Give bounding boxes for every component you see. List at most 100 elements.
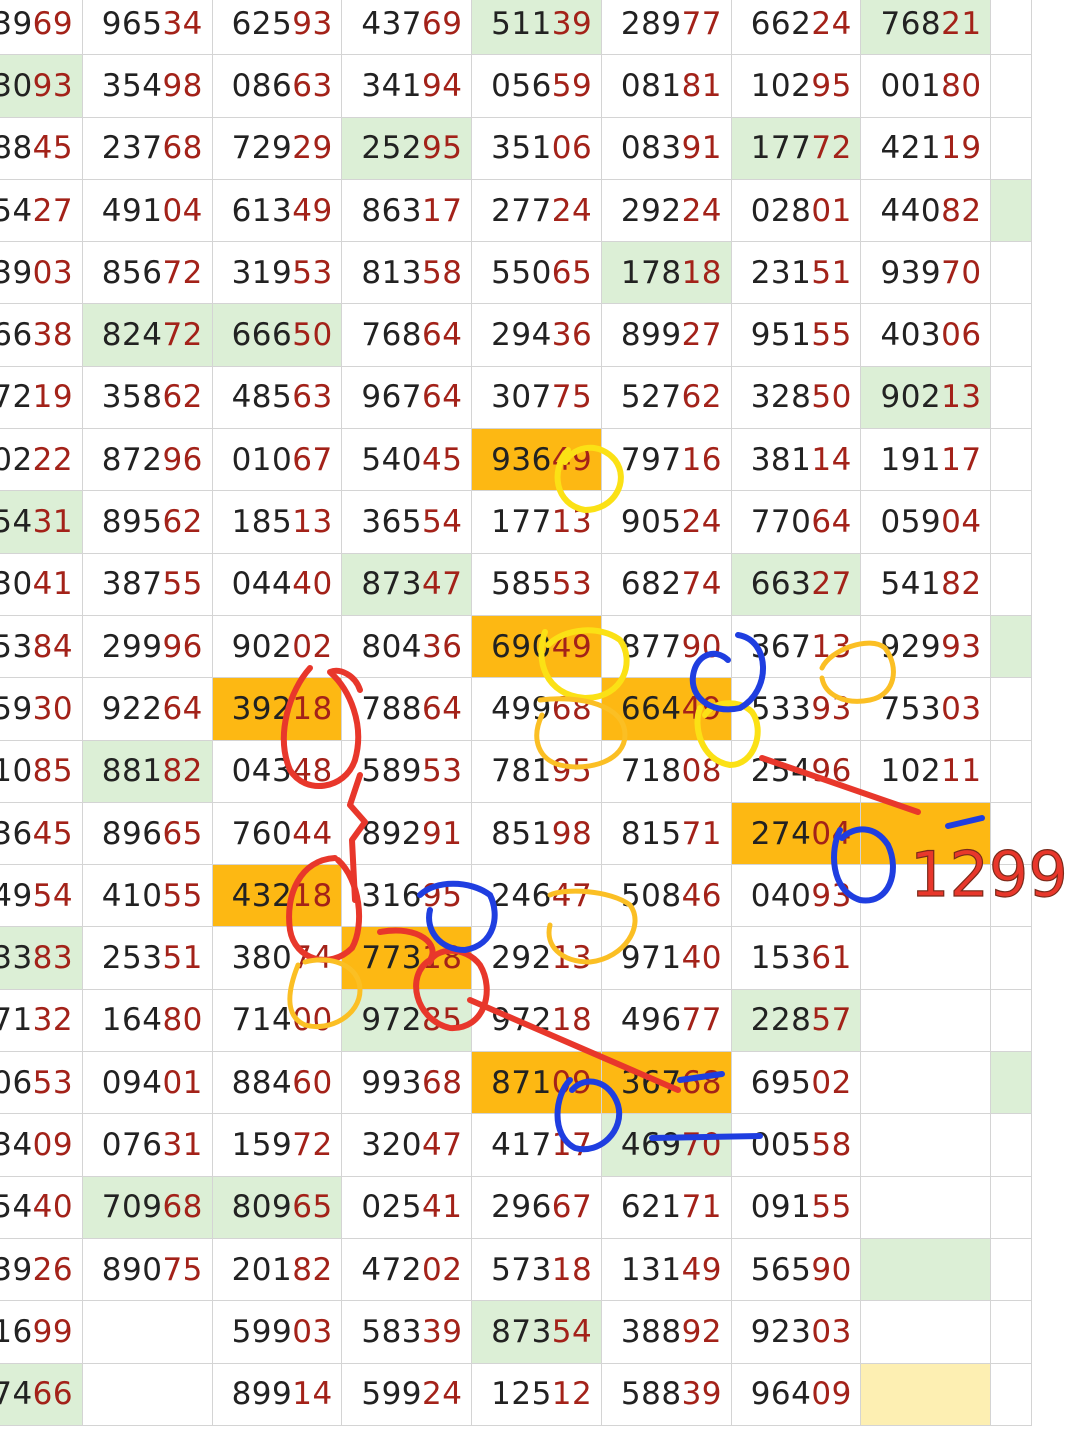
number-head: 316 <box>361 877 423 914</box>
number-head: 410 <box>101 877 163 914</box>
table-cell: 81358 <box>341 241 473 305</box>
number-tail: 49 <box>681 1251 723 1288</box>
number-tail: 24 <box>681 504 723 541</box>
table-cell <box>990 864 1032 928</box>
number-head: 718 <box>620 753 682 790</box>
table-cell: 31695 <box>341 864 473 928</box>
table-cell: 27219 <box>0 365 83 430</box>
number-head: 001 <box>880 67 942 104</box>
table-cell: 89927 <box>600 303 732 367</box>
number-tail: 58 <box>811 1126 852 1163</box>
table-row: 9022287296010675404593649797163811419117 <box>0 428 1032 492</box>
number-tail: 84 <box>32 628 74 665</box>
table-cell <box>860 1175 992 1239</box>
number-head: 690 <box>491 628 552 665</box>
table-cell: 96764 <box>341 365 473 430</box>
number-head: 333 <box>0 940 33 977</box>
number-head: 599 <box>361 1376 423 1413</box>
number-tail: 12 <box>551 1376 593 1413</box>
number-tail: 47 <box>422 1126 463 1163</box>
number-tail: 27 <box>811 566 852 603</box>
table-cell: 05904 <box>860 490 992 554</box>
number-head: 809 <box>231 1189 293 1226</box>
table-cell <box>990 801 1032 866</box>
number-tail: 99 <box>32 1313 74 1350</box>
table-cell: 16480 <box>81 988 213 1053</box>
table-cell: 29224 <box>600 178 732 243</box>
number-tail: 39 <box>551 5 593 42</box>
number-head: 585 <box>491 566 552 603</box>
number-tail: 75 <box>162 1251 203 1288</box>
number-tail: 19 <box>941 130 982 167</box>
number-head: 709 <box>101 1189 163 1226</box>
table-cell: 66327 <box>730 552 862 616</box>
table-cell: 56638 <box>0 303 83 367</box>
number-tail: 49 <box>292 192 333 229</box>
number-head: 768 <box>361 317 423 354</box>
number-tail: 63 <box>292 379 333 416</box>
table-cell: 49677 <box>600 988 732 1053</box>
number-head: 437 <box>361 5 423 42</box>
number-tail: 45 <box>32 130 74 167</box>
number-tail: 77 <box>681 1002 723 1039</box>
table-cell: 17818 <box>600 241 732 305</box>
number-tail: 18 <box>551 1002 593 1039</box>
table-cell <box>990 739 1032 803</box>
number-head: 341 <box>361 67 423 104</box>
number-head: 319 <box>231 254 293 291</box>
number-head: 714 <box>231 1002 293 1039</box>
number-tail: 62 <box>681 379 723 416</box>
number-tail: 75 <box>551 379 593 416</box>
number-head: 421 <box>880 130 942 167</box>
number-tail: 61 <box>811 940 852 977</box>
number-tail: 70 <box>941 254 982 291</box>
number-tail: 45 <box>32 815 74 852</box>
table-cell: 24647 <box>471 864 602 928</box>
table-cell: 32850 <box>730 365 862 430</box>
table-cell: 69502 <box>730 1051 862 1115</box>
number-head: 430 <box>0 67 33 104</box>
table-cell <box>990 1051 1032 1115</box>
number-head: 729 <box>231 130 293 167</box>
number-tail: 62 <box>162 504 203 541</box>
table-row: 316995990358339873543889292303 <box>0 1300 1032 1364</box>
table-cell: 90202 <box>211 614 343 679</box>
number-tail: 13 <box>811 628 852 665</box>
number-head: 884 <box>231 1064 293 1101</box>
table-cell: 50846 <box>600 864 732 928</box>
number-head: 388 <box>620 1313 682 1350</box>
number-head: 588 <box>620 1376 682 1413</box>
table-cell: 36768 <box>600 1051 732 1115</box>
number-tail: 18 <box>681 254 723 291</box>
table-cell: 90213 <box>860 365 992 430</box>
number-tail: 65 <box>551 254 593 291</box>
number-tail: 64 <box>162 690 203 727</box>
table-cell: 35862 <box>81 365 213 430</box>
table-cell: 58953 <box>341 739 473 803</box>
number-head: 086 <box>231 67 293 104</box>
number-tail: 18 <box>551 1251 593 1288</box>
number-tail: 24 <box>681 192 723 229</box>
number-head: 896 <box>101 815 163 852</box>
table-row: 5593092264392187886449968664495339375303 <box>0 677 1032 741</box>
table-cell: 66449 <box>600 677 732 741</box>
table-row: 5538429996902028043669049877903671392993 <box>0 614 1032 679</box>
number-tail: 38 <box>32 317 74 354</box>
table-cell <box>990 428 1032 492</box>
table-cell: 87354 <box>471 1300 602 1364</box>
table-cell: 92264 <box>81 677 213 741</box>
number-head: 899 <box>231 1376 293 1413</box>
number-tail: 81 <box>681 67 723 104</box>
table-cell: 77064 <box>730 490 862 554</box>
number-head: 272 <box>0 379 33 416</box>
table-cell: 29213 <box>471 926 602 990</box>
number-head: 682 <box>620 566 682 603</box>
number-tail: 55 <box>162 566 203 603</box>
number-tail: 30 <box>32 690 74 727</box>
table-row: 6542749104613498631727724292240280144082 <box>0 178 1032 243</box>
number-head: 010 <box>231 441 293 478</box>
table-cell: 27466 <box>0 1362 83 1426</box>
table-cell: 54045 <box>341 428 473 492</box>
table-row: 8108588182043485895378195718082549610211 <box>0 739 1032 803</box>
number-tail: 02 <box>422 1251 463 1288</box>
